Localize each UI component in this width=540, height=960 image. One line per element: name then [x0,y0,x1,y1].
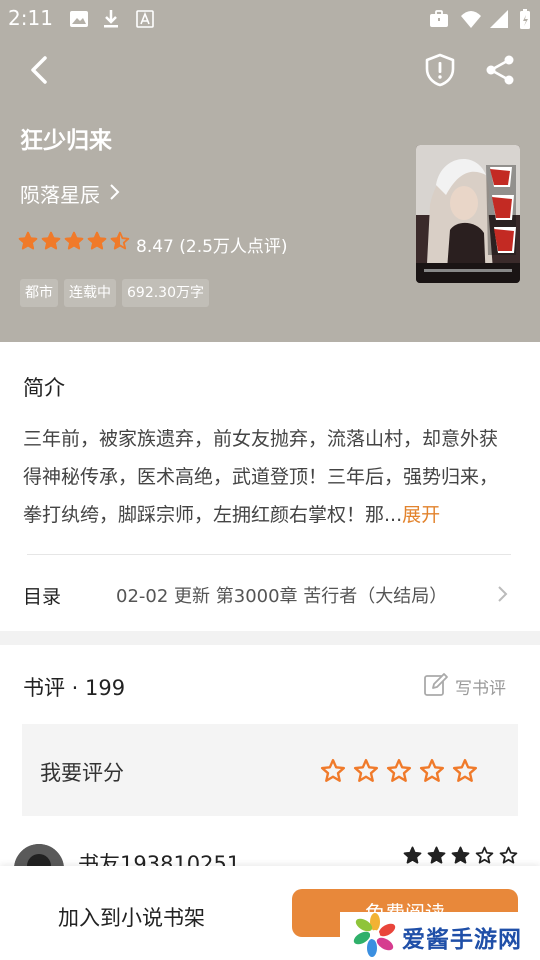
rating-stars [18,231,130,253]
write-review-button[interactable]: 写书评 [455,674,506,699]
rating-text: 8.47 (2.5万人点评) [136,237,288,257]
tag-status: 连载中 [64,279,116,307]
user-rating-stars [403,846,518,865]
rate-star-icon [386,758,412,782]
author-link[interactable]: 陨落星辰 [20,179,100,208]
watermark-logo-icon [353,913,396,957]
divider [27,554,511,555]
download-icon [104,10,118,28]
rate-star-icon [353,758,379,782]
status-bar: 2:11 [0,0,540,36]
back-icon[interactable] [22,52,58,88]
rating-star-icon [110,231,130,250]
chevron-right-icon[interactable] [496,584,510,604]
user-star-icon [475,846,494,864]
expand-link[interactable]: 展开 [402,504,440,526]
rate-stars[interactable] [320,758,478,784]
rate-star-icon [419,758,445,782]
toc-label[interactable]: 目录 [23,582,61,609]
user-star-icon [403,846,422,864]
watermark-text: 爱酱手游网 [402,927,522,953]
toc-latest-chapter[interactable]: 02-02 更新 第3000章 苦行者（大结局） [116,582,447,608]
rating-star-icon [41,231,61,250]
book-title: 狂少归来 [20,128,112,154]
intro-title: 简介 [23,376,65,400]
review-title: 书评 · 199 [23,676,126,700]
edit-icon[interactable] [423,672,449,698]
rate-star-icon [452,758,478,782]
user-star-icon [499,846,518,864]
share-icon[interactable] [482,52,518,88]
wifi-icon [461,11,481,28]
rate-label: 我要评分 [40,761,124,785]
tag-word-count: 692.30万字 [122,279,209,307]
tag-list: 都市 连载中 692.30万字 [20,279,209,307]
book-detail-page: 2:11 狂少归来 陨落星辰 8.47 (2.5万人点评) 都市 连载中 692… [0,0,540,960]
rating-star-icon [18,231,38,250]
rate-star-icon [320,758,346,782]
image-icon [70,11,88,27]
rating-star-icon [64,231,84,250]
intro-text: 三年前，被家族遗弃，前女友抛弃，流落山村，却意外获得神秘传承，医术高绝，武道登顶… [23,420,513,534]
battery-icon [520,9,530,29]
book-cover-image[interactable] [416,145,520,283]
report-shield-icon[interactable] [422,52,458,88]
user-star-icon [451,846,470,864]
status-time: 2:11 [8,6,53,30]
user-star-icon [427,846,446,864]
book-header: 2:11 狂少归来 陨落星辰 8.47 (2.5万人点评) 都市 连载中 692… [0,0,540,342]
rating-star-icon [87,231,107,250]
add-to-shelf-button[interactable]: 加入到小说书架 [58,902,205,932]
text-icon [136,10,154,28]
briefcase-icon [430,10,448,27]
signal-icon [490,10,508,28]
chevron-right-icon [110,184,120,200]
tag-genre: 都市 [20,279,58,307]
